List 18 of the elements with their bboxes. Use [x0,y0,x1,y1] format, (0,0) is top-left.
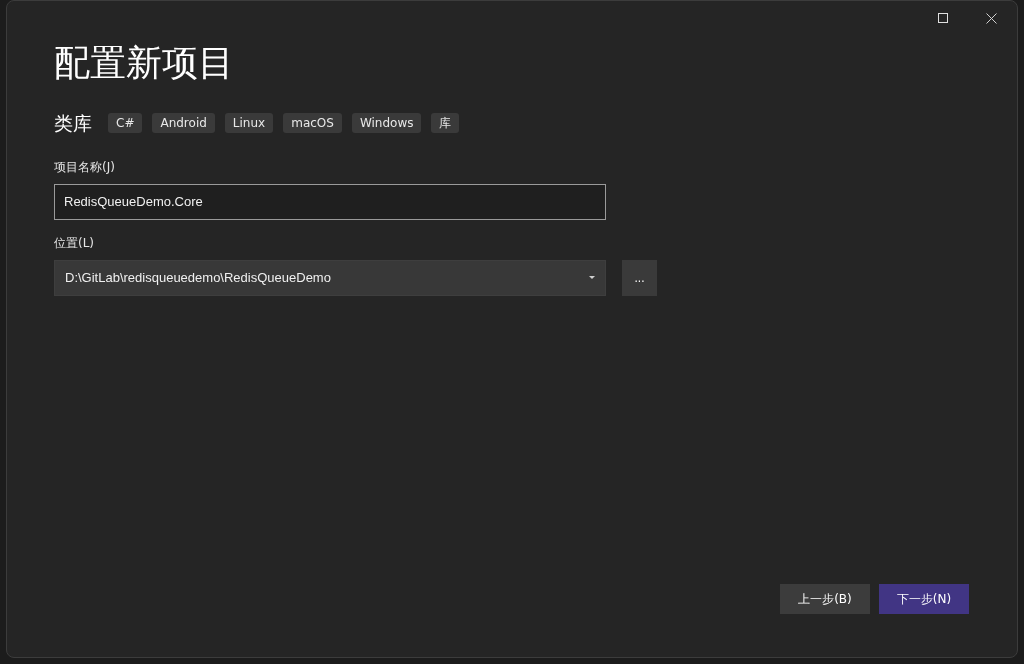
template-name: 类库 [54,111,92,136]
dialog-title: 配置新项目 [54,41,235,85]
next-button[interactable]: 下一步(N) [879,584,969,614]
tag: 库 [431,113,460,134]
caret-icon [589,275,595,280]
project-name-field[interactable]: RedisQueueDemo.Core [54,183,606,220]
back-button[interactable]: 上一步(B) [780,584,870,614]
close-icon [985,12,997,24]
tag: Linux [224,113,274,134]
field-label: 项目名称(J) [54,158,116,176]
tag: C# [108,113,143,134]
tag: Windows [351,113,422,134]
tag: macOS [283,113,342,134]
location-dropdown[interactable]: D:\GitLab\redisqueuedemo\RedisQueueDemo [54,259,606,296]
tag: Android [152,113,215,134]
maximize-icon [938,13,948,23]
browse-button[interactable]: ... [622,259,657,296]
field-label: 位置(L) [54,234,96,252]
